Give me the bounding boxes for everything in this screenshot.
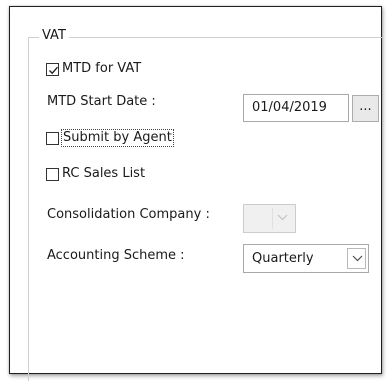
- mtd-for-vat-label: MTD for VAT: [62, 61, 142, 76]
- mtd-start-date-browse-button[interactable]: ...: [352, 95, 379, 122]
- checkmark-icon: [49, 66, 59, 74]
- mtd-start-date-label: MTD Start Date :: [47, 94, 156, 109]
- vat-group-title: VAT: [39, 27, 69, 45]
- submit-by-agent-option[interactable]: Submit by Agent: [46, 129, 174, 147]
- rc-sales-list-label: RC Sales List: [62, 166, 146, 181]
- chevron-down-icon: [352, 255, 363, 262]
- accounting-scheme-dropdown-button[interactable]: [347, 248, 366, 269]
- chevron-down-icon: [277, 214, 288, 221]
- rc-sales-list-checkbox[interactable]: [46, 167, 59, 181]
- consolidation-company-select[interactable]: [243, 204, 296, 233]
- mtd-for-vat-option[interactable]: MTD for VAT: [46, 60, 141, 78]
- mtd-for-vat-checkbox[interactable]: [46, 62, 59, 76]
- mtd-start-date-input[interactable]: 01/04/2019: [243, 94, 349, 122]
- submit-by-agent-checkbox[interactable]: [46, 131, 59, 145]
- accounting-scheme-value: Quarterly: [252, 251, 314, 266]
- rc-sales-list-option[interactable]: RC Sales List: [46, 165, 145, 183]
- submit-by-agent-label: Submit by Agent: [61, 129, 174, 147]
- vat-settings-panel: VAT MTD for VAT MTD Start Date : 01/04/2…: [9, 6, 382, 381]
- consolidation-company-dropdown-button: [272, 208, 292, 229]
- accounting-scheme-label: Accounting Scheme :: [47, 248, 185, 263]
- consolidation-company-label: Consolidation Company :: [47, 207, 210, 222]
- accounting-scheme-select[interactable]: Quarterly: [243, 244, 369, 273]
